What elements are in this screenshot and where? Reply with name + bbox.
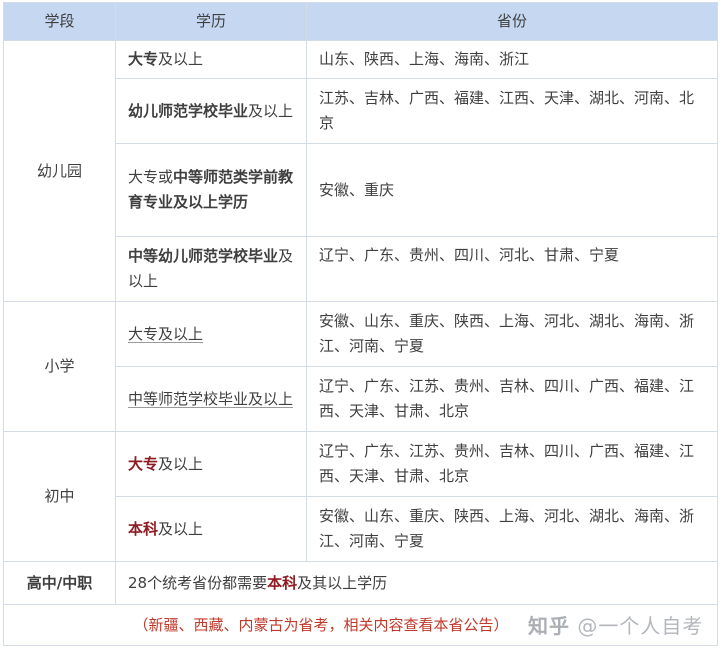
province-cell: 辽宁、广东、贵州、四川、河北、甘肃、宁夏 [306, 236, 718, 302]
edu-cell: 中等幼儿师范学校毕业及以上 [115, 236, 307, 302]
stage-high: 高中/中职 [3, 561, 116, 605]
table-row: 初中 大专及以上 辽宁、广东、江苏、贵州、吉林、四川、广西、福建、江西、天津、甘… [3, 431, 718, 562]
edu-red: 本科 [128, 519, 159, 538]
watermark-handle: @一个人自考 [577, 614, 704, 638]
edu-bold: 中等幼儿师范学校毕业 [128, 247, 279, 265]
header-row: 学段 学历 省份 [3, 2, 718, 41]
table-row: 小学 大专及以上 安徽、山东、重庆、陕西、上海、河北、湖北、海南、浙江、河南、宁… [3, 301, 718, 432]
edu-link[interactable]: 大专及以上 [128, 325, 203, 343]
edu-cell: 幼儿师范学校毕业及以上 [115, 78, 307, 144]
header-stage: 学段 [3, 2, 116, 41]
edu-cell: 大专或中等师范类学前教育专业及以上学历 [115, 143, 307, 237]
watermark-brand: 知乎 [528, 614, 570, 638]
high-text-post: 及其以上学历 [297, 573, 388, 592]
edu-plain: 大专或 [128, 168, 174, 186]
province-cell: 辽宁、广东、江苏、贵州、吉林、四川、广西、福建、江西、天津、甘肃、北京 [306, 366, 718, 432]
stage-primary: 小学 [3, 301, 116, 432]
province-cell: 安徽、重庆 [306, 143, 718, 237]
high-requirement: 28个统考省份都需要本科及其以上学历 [115, 561, 718, 605]
edu-bold: 大专 [128, 50, 159, 68]
province-cell: 安徽、山东、重庆、陕西、上海、河北、湖北、海南、浙江、河南、宁夏 [306, 301, 718, 367]
high-text-pre: 28个统考省份都需要 [128, 573, 268, 592]
table-row: 幼儿园 大专及以上 山东、陕西、上海、海南、浙江 [3, 40, 718, 302]
edu-cell: 大专及以上 [115, 431, 307, 497]
province-cell: 江苏、吉林、广西、福建、江西、天津、湖北、河南、北京 [306, 78, 718, 144]
province-cell: 安徽、山东、重庆、陕西、上海、河北、湖北、海南、浙江、河南、宁夏 [306, 496, 718, 562]
edu-bold: 幼儿师范学校毕业 [128, 101, 249, 120]
edu-cell: 本科及以上 [115, 496, 307, 562]
edu-cell: 中等师范学校毕业及以上 [115, 366, 307, 432]
edu-red: 大专 [128, 454, 159, 473]
header-education: 学历 [115, 2, 307, 41]
province-cell: 辽宁、广东、江苏、贵州、吉林、四川、广西、福建、江西、天津、甘肃、北京 [306, 431, 718, 497]
edu-rest: 及以上 [158, 50, 204, 68]
table-row: 高中/中职 28个统考省份都需要本科及其以上学历 [3, 561, 718, 605]
requirements-table: 学段 学历 省份 幼儿园 大专及以上 山东、陕西、上海、海南、浙江 幼儿师范学校… [3, 2, 718, 646]
header-province: 省份 [306, 2, 718, 41]
watermark: 知乎 @一个人自考 [528, 610, 703, 639]
edu-rest: 及以上 [158, 454, 204, 473]
edu-link[interactable]: 中等师范学校毕业及以上 [128, 390, 293, 408]
stage-kindergarten: 幼儿园 [3, 40, 116, 302]
edu-rest: 及以上 [248, 101, 294, 120]
edu-cell: 大专及以上 [115, 301, 307, 367]
province-cell: 山东、陕西、上海、海南、浙江 [306, 40, 718, 79]
stage-junior: 初中 [3, 431, 116, 562]
high-text-red: 本科 [267, 573, 298, 592]
edu-cell: 大专及以上 [115, 40, 307, 79]
edu-rest: 及以上 [158, 519, 204, 538]
